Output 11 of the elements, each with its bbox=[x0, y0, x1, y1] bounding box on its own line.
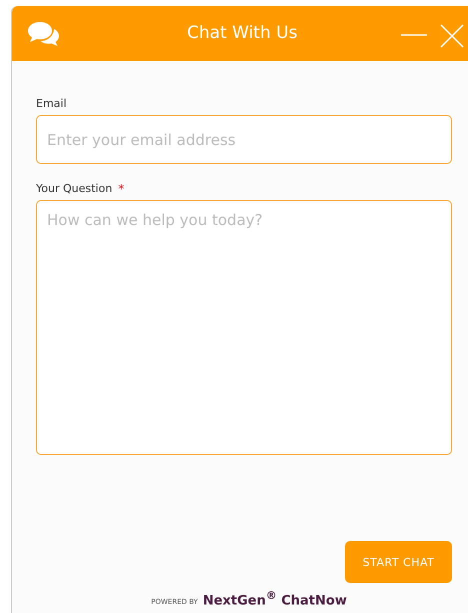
field-label: Email bbox=[36, 97, 67, 111]
start-chat-button[interactable]: START CHAT bbox=[345, 541, 452, 583]
brand-name: NextGen$^{®}$ ChatNow bbox=[202, 589, 347, 608]
close-icon[interactable] bbox=[440, 24, 464, 48]
header-title: Chat With Us bbox=[187, 23, 298, 43]
chat-bubbles-icon bbox=[26, 20, 62, 48]
minimize-icon[interactable] bbox=[401, 33, 427, 37]
field-label: Your Question bbox=[36, 182, 112, 196]
required-mark: * bbox=[118, 182, 124, 196]
question-field[interactable]: How can we help you today? bbox=[36, 200, 452, 455]
email-field[interactable]: Enter your email address bbox=[36, 115, 452, 164]
